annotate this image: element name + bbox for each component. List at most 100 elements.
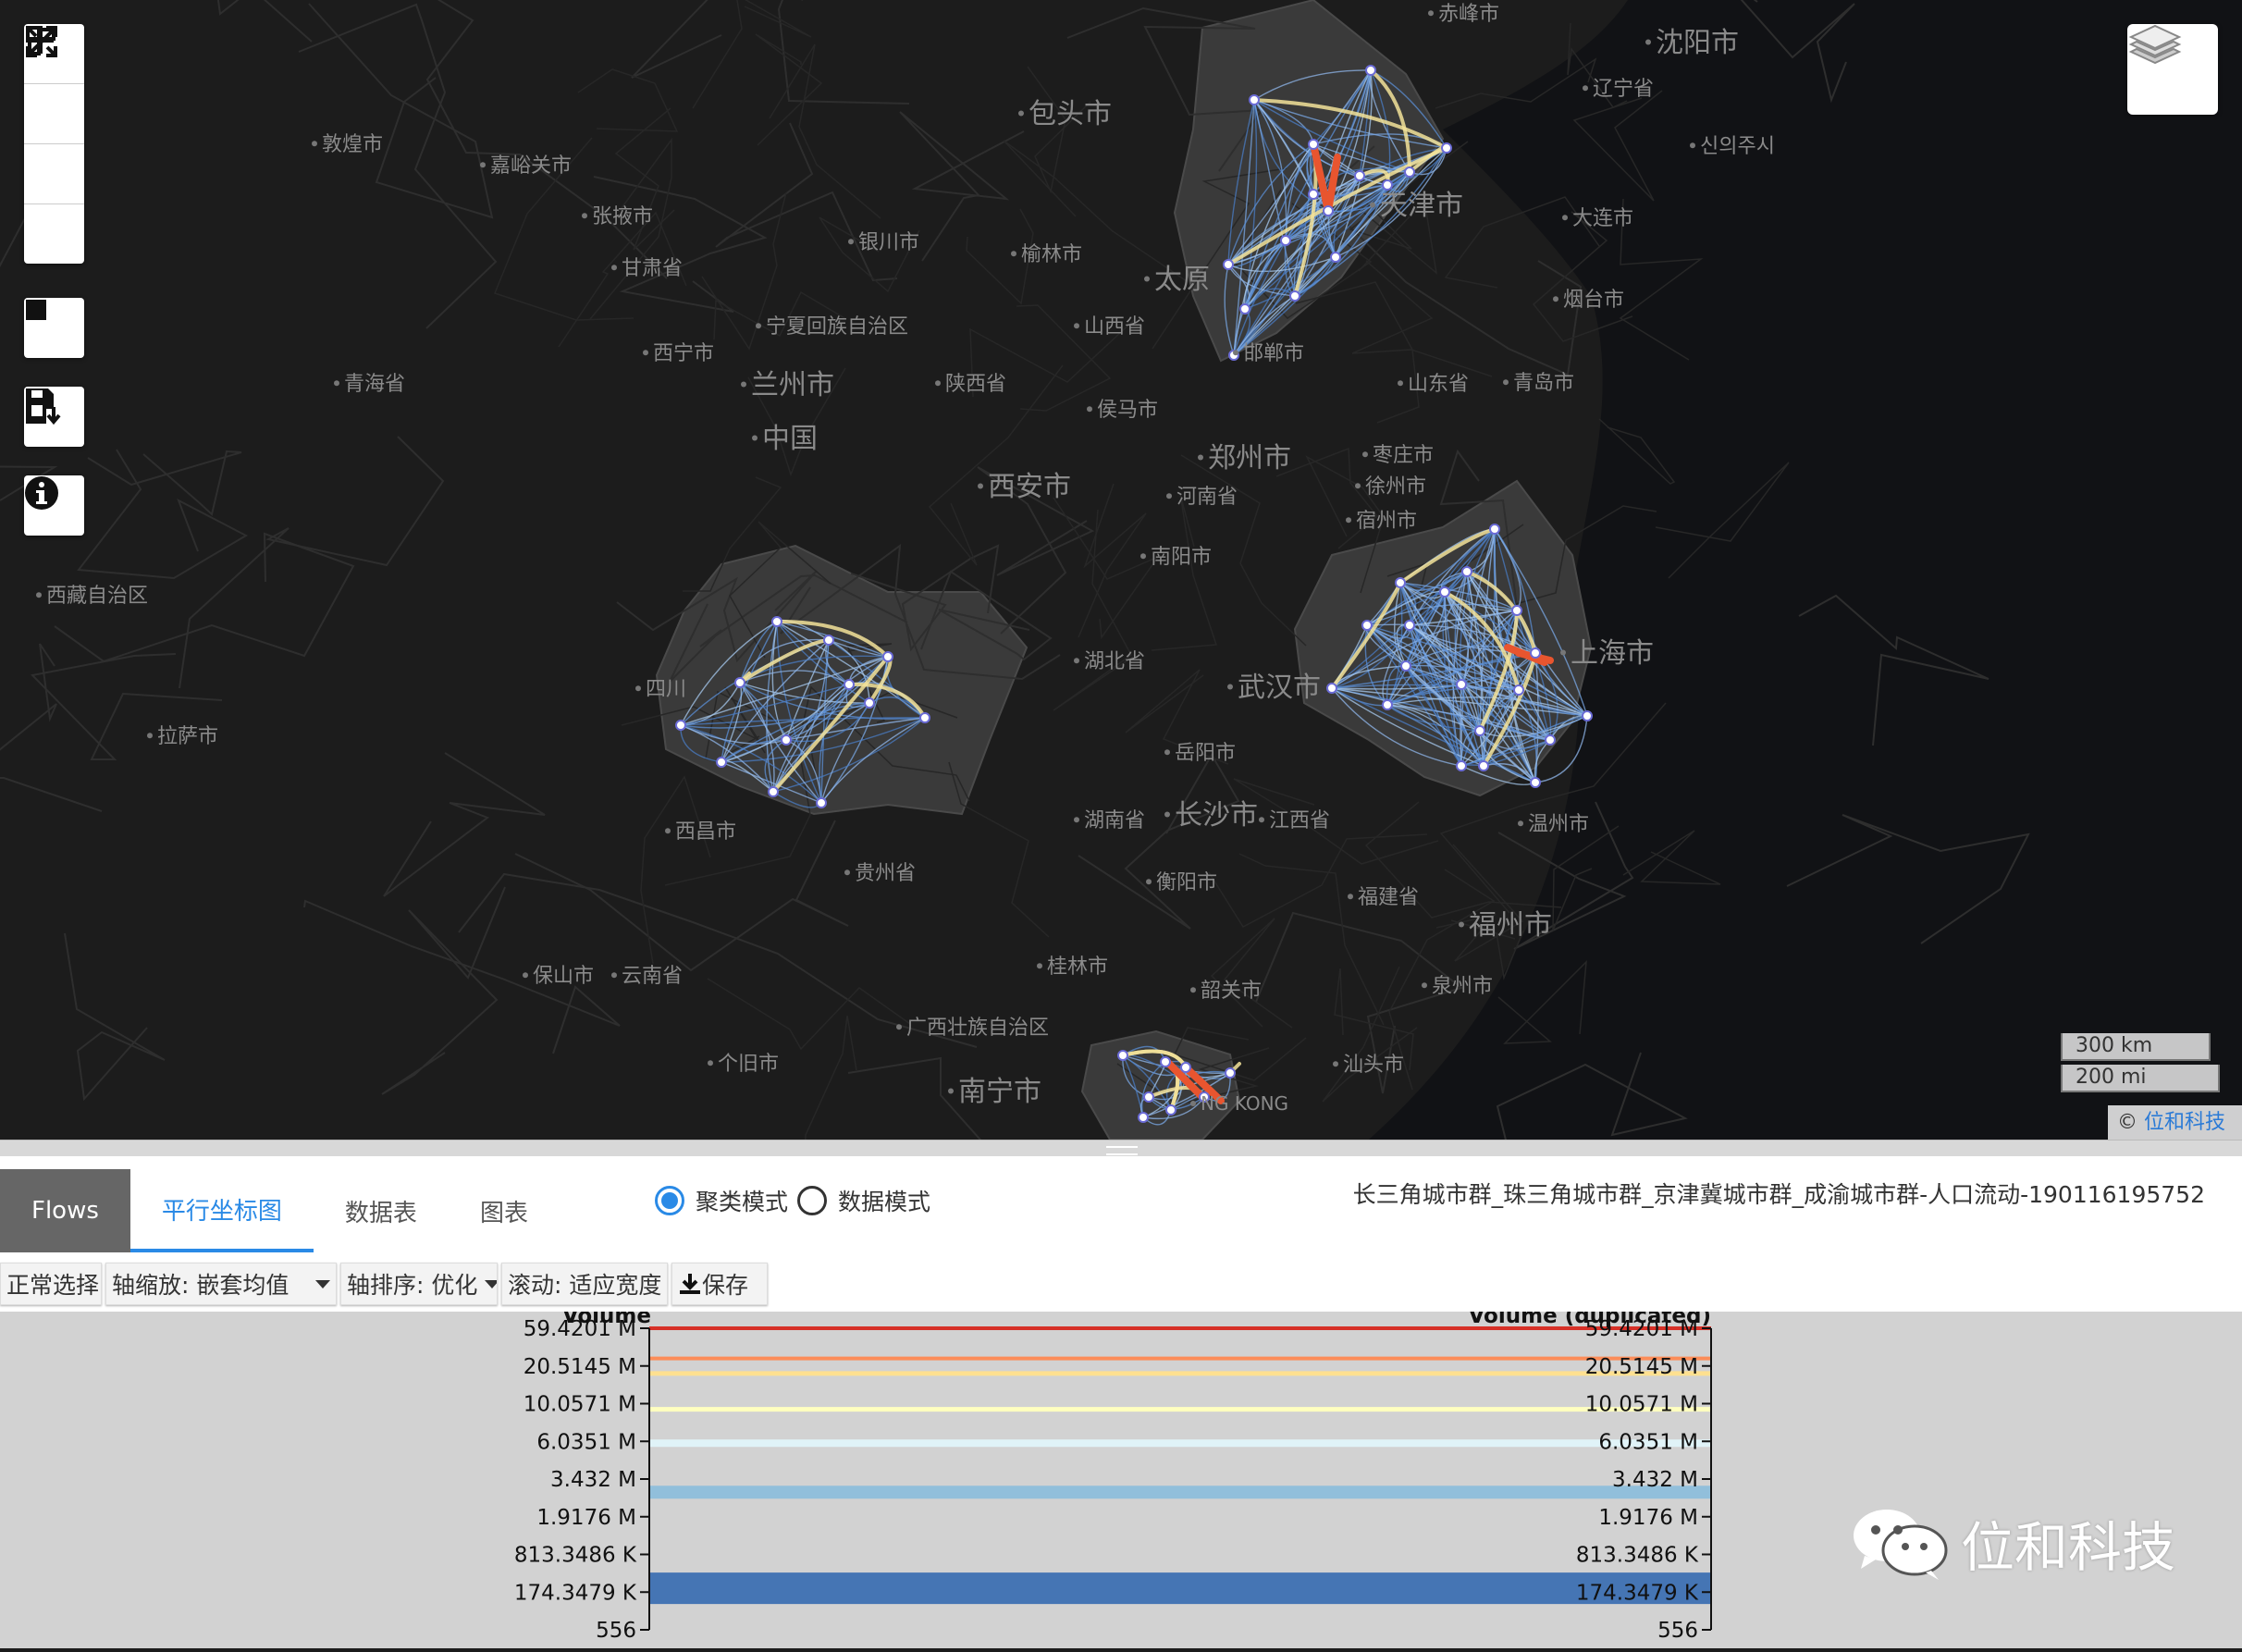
city-node[interactable] [844,679,855,690]
parallel-coordinates-chart[interactable]: Volume 59.4201 M 20.5145 M 10.0571 M 6.0351 … [0,1304,2242,1648]
city-node[interactable] [1400,660,1411,672]
data-mode-label: 数据模式 [838,1189,931,1215]
city-node[interactable] [1354,170,1365,181]
map-label: 西藏自治区 [46,585,148,608]
save-chart-button[interactable]: 保存 [671,1263,768,1305]
city-node[interactable] [864,697,875,709]
city-node[interactable] [734,677,745,688]
map-view[interactable]: 赤峰市 沈阳市 包头市 辽宁省 신의주시 敦煌市 嘉峪关市 张掖市 银川市 榆林市 天津市 大连市 甘肃… [0,0,2242,1140]
boundary-line [381,886,506,1095]
selection-mode-button[interactable]: 正常选择 [0,1263,102,1305]
city-marker [1346,517,1351,524]
city-node[interactable] [1117,1050,1128,1061]
city-node[interactable] [1365,65,1376,76]
city-node[interactable] [1165,1104,1176,1116]
tab-charts[interactable]: 图表 [449,1169,560,1252]
city-node[interactable] [1330,252,1341,263]
city-marker [844,869,850,876]
city-node[interactable] [1326,683,1337,694]
city-node[interactable] [1223,259,1234,270]
city-node[interactable] [1143,1091,1154,1103]
city-marker [643,350,648,356]
city-node[interactable] [882,651,893,662]
stop-button[interactable] [24,298,84,358]
map-label: 南阳市 [1151,546,1212,569]
city-node[interactable] [1439,586,1450,598]
attribution-link[interactable]: 位和科技 [2144,1111,2225,1134]
city-node[interactable] [1308,139,1319,150]
city-marker [1459,921,1464,928]
info-button[interactable] [24,475,84,536]
city-marker [1645,39,1651,45]
data-mode-radio[interactable] [797,1186,828,1215]
road-line [1275,447,1379,549]
city-node[interactable] [768,786,779,797]
city-node[interactable] [816,797,827,808]
panel-splitter[interactable] [0,1140,2242,1157]
city-marker [611,972,617,979]
city-node[interactable] [1478,760,1489,771]
city-node[interactable] [1582,710,1593,721]
city-node[interactable] [1382,179,1393,191]
city-node[interactable] [1456,760,1467,771]
tab-parallel-coordinates[interactable]: 平行坐标图 [129,1169,314,1252]
axis-scale-dropdown[interactable]: 轴缩放: 嵌套均值 [105,1263,337,1305]
cluster-mode-label: 聚类模式 [696,1189,789,1215]
boundary-line [77,449,249,580]
city-node[interactable] [1160,1056,1171,1067]
city-node[interactable] [1404,620,1415,631]
city-node[interactable] [1361,620,1373,631]
tick-label: 6.0351 M [536,1430,636,1454]
city-node[interactable] [771,616,782,627]
map-label: 保山市 [533,965,594,988]
zoom-extent-button[interactable] [24,28,84,204]
city-node[interactable] [1511,605,1522,616]
map-label: 武汉市 [1238,672,1321,704]
city-node[interactable] [1530,777,1541,788]
axis-order-dropdown[interactable]: 轴排序: 优化 [340,1263,498,1305]
tab-flows[interactable]: Flows [0,1169,130,1252]
map-label: 天津市 [1380,190,1463,222]
city-node[interactable] [823,635,834,646]
city-node[interactable] [1382,699,1393,710]
city-node[interactable] [1308,189,1319,200]
city-marker [1553,296,1558,302]
layers-button[interactable] [2127,24,2218,115]
city-node[interactable] [716,757,727,768]
road-line [1208,833,1428,928]
zoom-out-button[interactable] [24,37,84,264]
city-node[interactable] [1474,725,1485,736]
map-canvas[interactable]: 赤峰市沈阳市包头市 辽宁省 신의주시 敦煌市嘉峪关市张掖市银川市榆林市 天津市 大连市甘肃… [0,0,2242,1140]
scroll-mode-button[interactable]: 滚动: 适应宽度 [501,1263,668,1305]
city-marker [1087,406,1092,413]
city-node[interactable] [1323,205,1334,216]
city-node[interactable] [1489,524,1500,535]
save-map-button[interactable] [24,387,84,447]
city-node[interactable] [1289,290,1300,302]
watermark-text: 位和科技 [1961,1516,2176,1579]
city-node[interactable] [919,712,930,723]
city-node[interactable] [1513,684,1524,696]
cluster-mode-radio[interactable] [655,1186,684,1215]
city-node[interactable] [1530,647,1541,659]
city-node[interactable] [1249,94,1260,105]
city-node[interactable] [1461,566,1472,577]
city-node[interactable] [1180,1062,1191,1073]
city-node[interactable] [1545,734,1556,746]
city-node[interactable] [1239,303,1250,314]
map-label: 银川市 [858,231,919,254]
city-node[interactable] [781,734,792,746]
city-marker [756,323,761,329]
tab-data-table[interactable]: 数据表 [314,1169,449,1252]
map-label: 包头市 [1029,98,1112,130]
city-node[interactable] [1404,166,1415,178]
city-node[interactable] [1456,679,1467,690]
city-node[interactable] [1280,235,1291,246]
city-node[interactable] [1441,142,1452,154]
city-node[interactable] [1138,1112,1149,1123]
city-node[interactable] [1225,1067,1236,1079]
fullscreen-button[interactable] [24,26,84,144]
city-node[interactable] [1395,577,1406,588]
map-label: 中国 [762,423,818,455]
city-node[interactable] [675,720,686,731]
